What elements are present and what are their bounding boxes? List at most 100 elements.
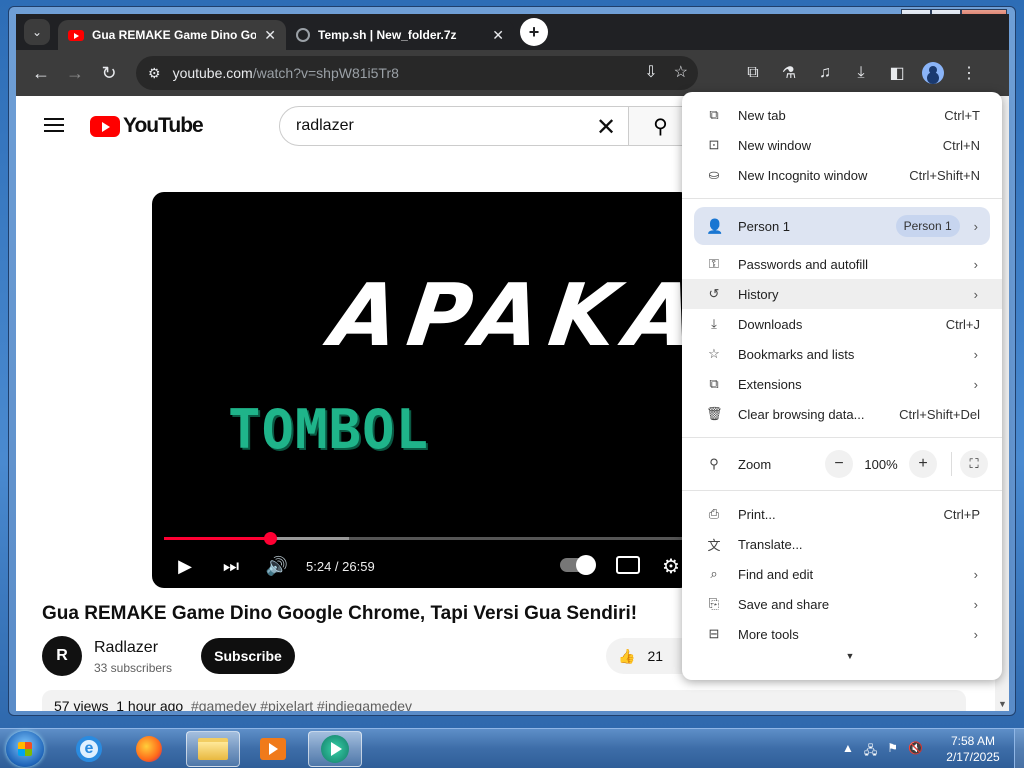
hashtags[interactable]: #gamedev #pixelart #indiegamedev bbox=[191, 698, 412, 711]
start-button[interactable] bbox=[6, 731, 44, 767]
captions-icon[interactable] bbox=[616, 556, 640, 574]
star-icon: ☆ bbox=[708, 346, 720, 361]
search-icon: ⚲ bbox=[653, 115, 668, 138]
autoplay-toggle[interactable] bbox=[560, 555, 596, 575]
new-window-icon: ⊡ bbox=[708, 137, 720, 152]
back-arrow-icon: ← bbox=[32, 62, 50, 83]
folder-icon bbox=[198, 738, 228, 760]
labs-icon[interactable]: ⚗ bbox=[772, 56, 806, 90]
thumbs-up-icon: 👍 bbox=[618, 647, 636, 664]
taskbar-camtasia[interactable] bbox=[308, 731, 362, 767]
channel-name[interactable]: Radlazer bbox=[94, 639, 158, 657]
menu-item-downloads[interactable]: ⤓ Downloads Ctrl+J bbox=[682, 309, 1002, 339]
menu-item-more-tools[interactable]: ⊟ More tools › bbox=[682, 619, 1002, 649]
taskbar-firefox[interactable] bbox=[122, 731, 176, 767]
toolbar: ← → ↻ ⚙ youtube.com/watch?v=shpW81i5Tr8 … bbox=[16, 50, 1009, 96]
show-hidden-icons-icon[interactable]: ▲ bbox=[842, 741, 854, 762]
globe-favicon-icon bbox=[296, 28, 310, 42]
person-icon: 👤 bbox=[706, 217, 724, 234]
played-bar bbox=[164, 537, 270, 540]
menu-item-label: Translate... bbox=[738, 536, 803, 552]
downloads-icon[interactable]: ⤓ bbox=[844, 56, 878, 90]
menu-item-new-tab[interactable]: ⧉ New tab Ctrl+T bbox=[682, 100, 1002, 130]
install-app-icon[interactable]: ⇩ bbox=[644, 62, 657, 82]
settings-gear-icon[interactable]: ⚙ bbox=[662, 554, 680, 579]
menu-item-save-share[interactable]: ⎘ Save and share › bbox=[682, 589, 1002, 619]
forward-button[interactable]: → bbox=[58, 56, 92, 90]
menu-item-clear-data[interactable]: 🗑 Clear browsing data... Ctrl+Shift+Del bbox=[682, 399, 1002, 429]
menu-item-shortcut: Ctrl+T bbox=[944, 107, 980, 123]
close-tab-icon[interactable]: ✕ bbox=[264, 27, 276, 44]
description-box[interactable]: 57 views 1 hour ago #gamedev #pixelart #… bbox=[42, 690, 966, 711]
new-tab-button[interactable]: + bbox=[520, 18, 548, 46]
zoom-in-button[interactable]: + bbox=[909, 450, 937, 478]
clock[interactable]: 7:58 AM 2/17/2025 bbox=[940, 733, 1006, 765]
side-panel-icon[interactable]: ◧ bbox=[880, 56, 914, 90]
menu-item-profile[interactable]: 👤 Person 1 Person 1 › bbox=[694, 207, 990, 245]
media-controls-icon[interactable]: ♫ bbox=[808, 56, 842, 90]
url-path: /watch?v=shpW81i5Tr8 bbox=[252, 65, 399, 81]
menu-item-passwords[interactable]: ⚿ Passwords and autofill › bbox=[682, 249, 1002, 279]
channel-avatar[interactable]: R bbox=[42, 636, 82, 676]
action-center-flag-icon[interactable]: ⚑ bbox=[887, 741, 898, 762]
tab-title: Temp.sh | New_folder.7z bbox=[318, 28, 457, 42]
chevron-right-icon: › bbox=[973, 376, 978, 392]
menu-item-label: Bookmarks and lists bbox=[738, 346, 855, 362]
next-button[interactable]: ⏭ bbox=[208, 548, 254, 584]
menu-item-print[interactable]: ⎙ Print... Ctrl+P bbox=[682, 499, 1002, 529]
profile-button[interactable] bbox=[916, 56, 950, 90]
volume-icon: 🔊 bbox=[265, 555, 289, 576]
tab-youtube[interactable]: Gua REMAKE Game Dino Goog ✕ bbox=[58, 20, 286, 50]
fullscreen-icon[interactable]: ⛶ bbox=[960, 450, 988, 478]
menu-item-label: New tab bbox=[738, 107, 786, 123]
history-icon: ↺ bbox=[708, 286, 720, 301]
menu-item-new-incognito[interactable]: ⛀ New Incognito window Ctrl+Shift+N bbox=[682, 160, 1002, 190]
zoom-label: Zoom bbox=[738, 456, 772, 472]
volume-button[interactable]: 🔊 bbox=[254, 548, 300, 584]
menu-item-shortcut: Ctrl+J bbox=[945, 316, 980, 332]
subscribe-button[interactable]: Subscribe bbox=[201, 638, 295, 674]
clock-date: 2/17/2025 bbox=[946, 750, 1000, 764]
tab-search-button[interactable]: ⌄ bbox=[24, 19, 50, 45]
volume-muted-icon[interactable]: 🔇 bbox=[908, 741, 923, 762]
menu-item-new-window[interactable]: ⊡ New window Ctrl+N bbox=[682, 130, 1002, 160]
reload-button[interactable]: ↻ bbox=[92, 56, 126, 90]
progress-bar[interactable] bbox=[164, 532, 692, 545]
menu-item-history[interactable]: ↺ History › bbox=[682, 279, 1002, 309]
menu-item-translate[interactable]: 文 Translate... bbox=[682, 529, 1002, 559]
menu-divider bbox=[682, 198, 1002, 199]
scrubber-handle[interactable] bbox=[263, 532, 277, 545]
back-button[interactable]: ← bbox=[24, 56, 58, 90]
chrome-menu-button[interactable]: ⋮ bbox=[952, 56, 986, 90]
youtube-logo[interactable]: YouTube bbox=[90, 114, 204, 138]
site-info-icon[interactable]: ⚙ bbox=[148, 65, 161, 82]
tab-temp-sh[interactable]: Temp.sh | New_folder.7z ✕ bbox=[286, 20, 514, 50]
scroll-down-icon[interactable]: ▼ bbox=[998, 699, 1007, 709]
menu-divider bbox=[682, 437, 1002, 438]
show-desktop-button[interactable] bbox=[1014, 729, 1024, 768]
hamburger-menu-icon[interactable] bbox=[44, 118, 64, 132]
menu-scroll-down-icon[interactable]: ▼ bbox=[682, 651, 1002, 661]
menu-item-label: Downloads bbox=[738, 316, 803, 332]
network-icon[interactable]: 🖧 bbox=[864, 741, 877, 762]
extensions-icon[interactable]: ⧉ bbox=[736, 56, 770, 90]
taskbar-media-player[interactable] bbox=[246, 731, 300, 767]
upload-age: 1 hour ago bbox=[116, 698, 184, 711]
menu-item-shortcut: Ctrl+Shift+N bbox=[909, 167, 980, 183]
video-player[interactable]: APAKAH TOMBOL ▶ ⏭ 🔊 5:24 / 26:59 ⚙ bbox=[152, 192, 692, 588]
close-tab-icon[interactable]: ✕ bbox=[492, 27, 504, 44]
address-bar[interactable]: ⚙ youtube.com/watch?v=shpW81i5Tr8 ⇩ ☆ bbox=[136, 56, 698, 90]
taskbar-ie[interactable]: e bbox=[62, 731, 116, 767]
search-input[interactable]: radlazer bbox=[279, 106, 629, 146]
menu-item-label: Clear browsing data... bbox=[738, 406, 865, 422]
menu-item-label: History bbox=[738, 286, 779, 302]
bookmark-star-icon[interactable]: ☆ bbox=[674, 62, 688, 82]
play-button[interactable]: ▶ bbox=[162, 548, 208, 584]
zoom-out-button[interactable]: − bbox=[825, 450, 853, 478]
clear-search-icon[interactable]: ✕ bbox=[596, 113, 616, 142]
menu-item-find-edit[interactable]: ⌕ Find and edit › bbox=[682, 559, 1002, 589]
menu-item-extensions[interactable]: ⧉ Extensions › bbox=[682, 369, 1002, 399]
youtube-favicon-icon bbox=[68, 29, 84, 41]
menu-item-bookmarks[interactable]: ☆ Bookmarks and lists › bbox=[682, 339, 1002, 369]
taskbar-explorer[interactable] bbox=[186, 731, 240, 767]
